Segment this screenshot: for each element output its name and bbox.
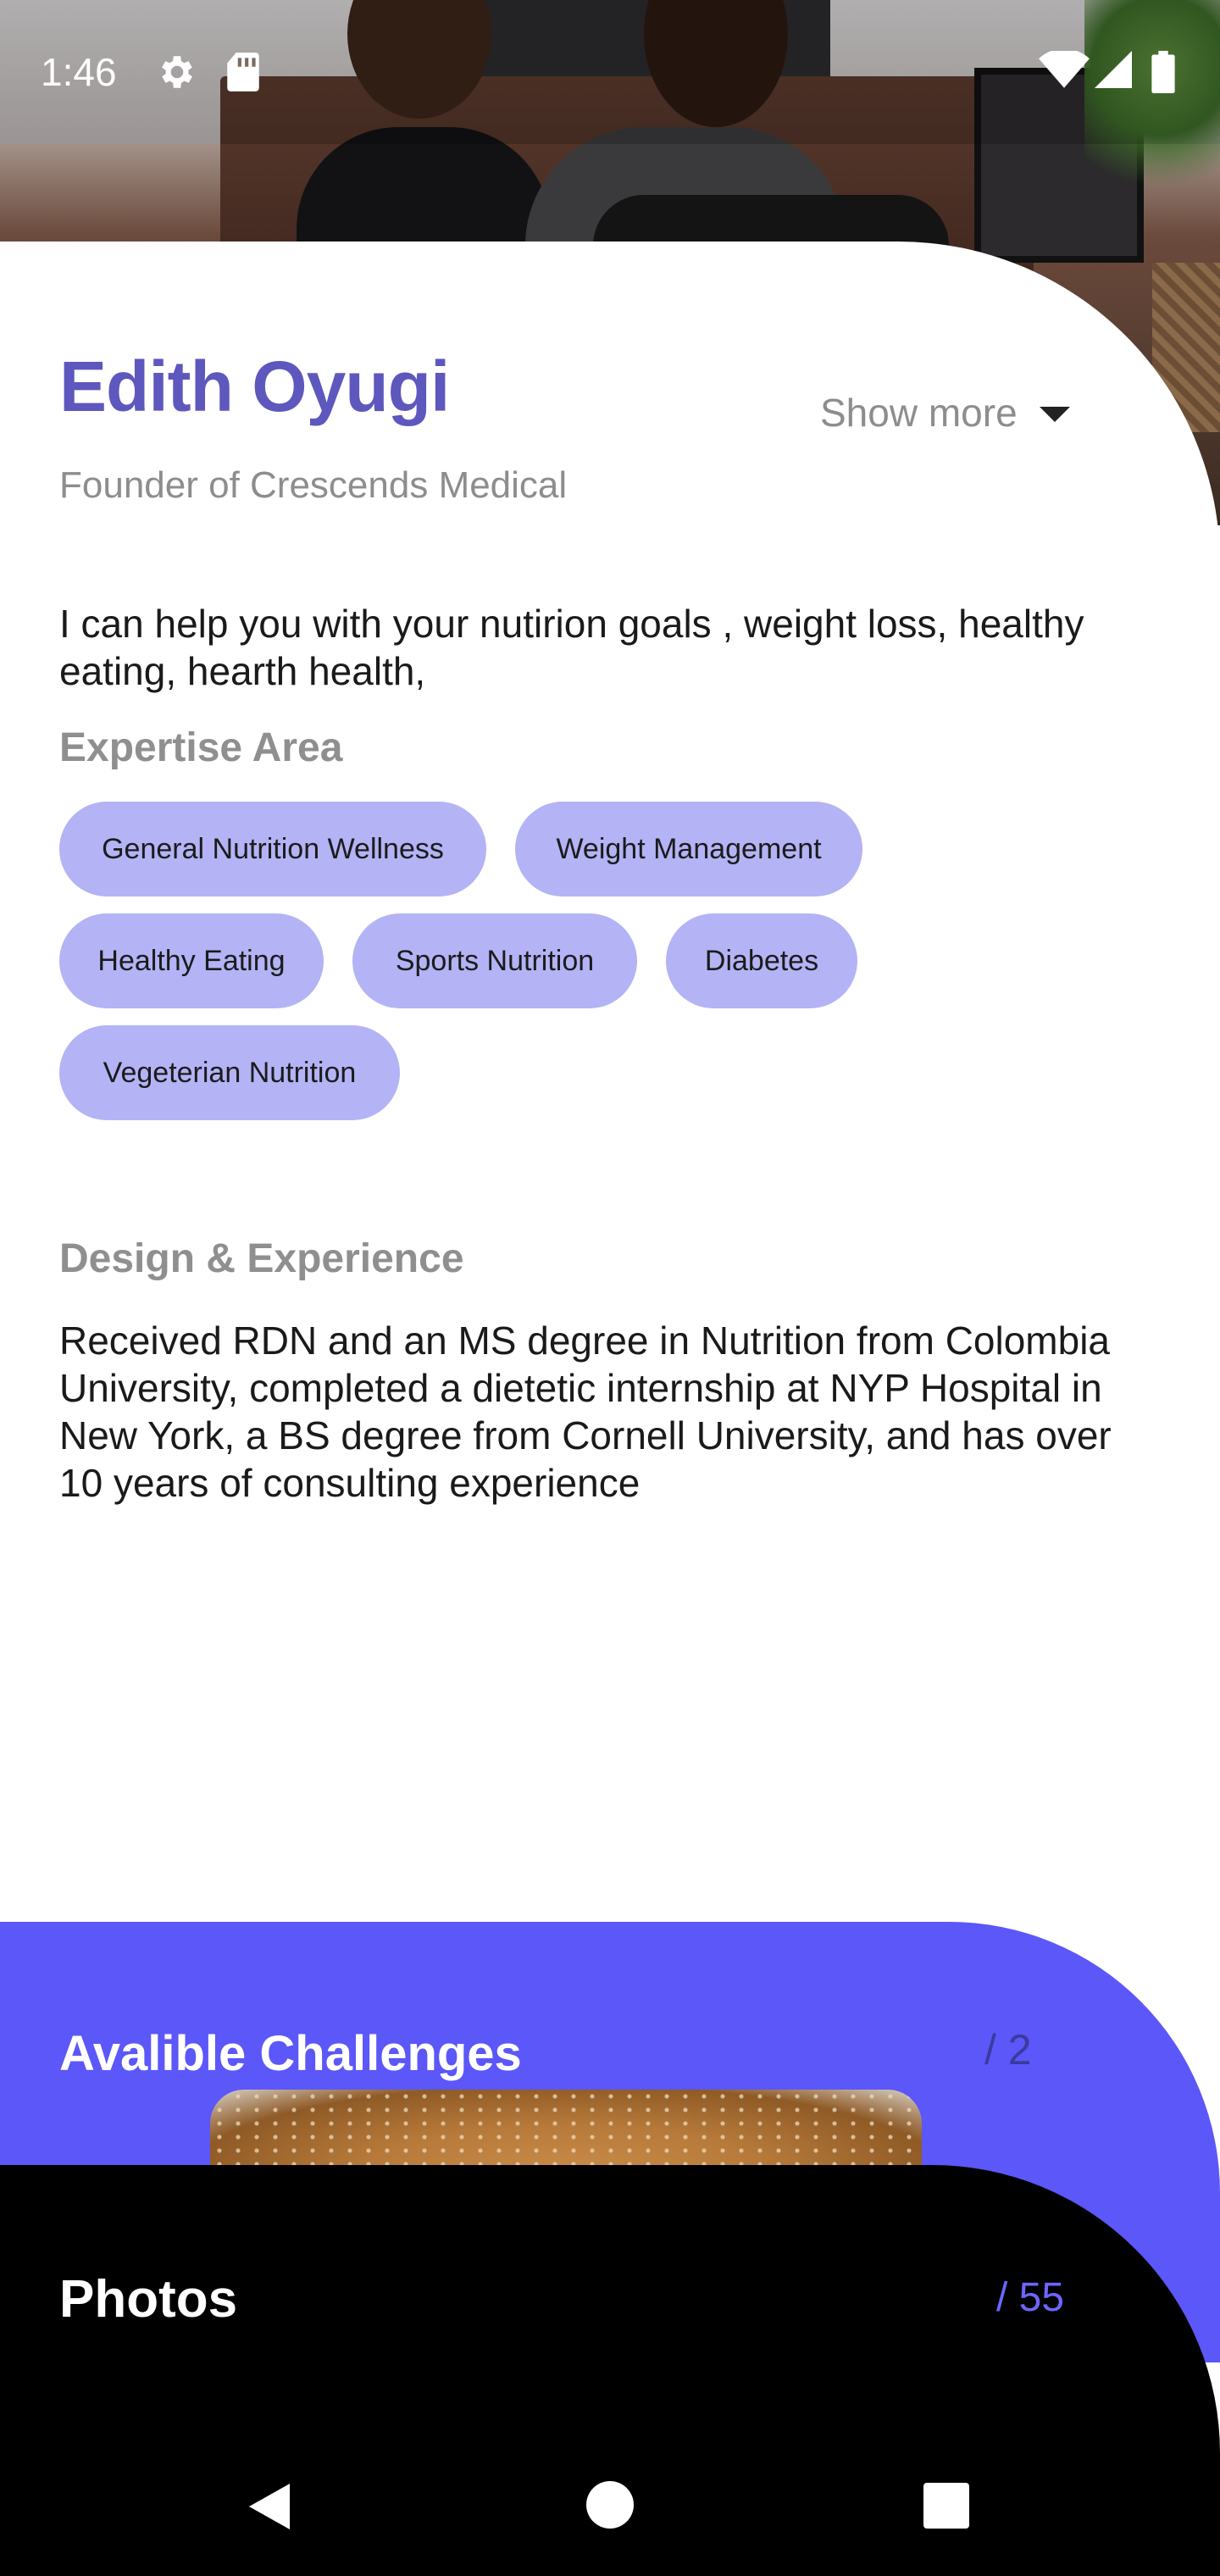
photos-title: Photos bbox=[59, 2270, 238, 2329]
experience-text: Received RDN and an MS degree in Nutriti… bbox=[59, 1319, 1112, 1505]
challenge-card-image[interactable] bbox=[210, 2090, 922, 2166]
profile-subtitle: Founder of Crescends Medical bbox=[59, 464, 568, 506]
expertise-chip[interactable]: Weight Management bbox=[515, 802, 862, 897]
expertise-chip[interactable]: Healthy Eating bbox=[59, 913, 324, 1008]
expertise-chip[interactable]: Vegeterian Nutrition bbox=[59, 1025, 400, 1120]
caret-down-icon bbox=[1039, 407, 1070, 422]
photos-count: / 55 bbox=[996, 2275, 1065, 2320]
signal-icon bbox=[1095, 51, 1132, 88]
recents-icon[interactable] bbox=[923, 2483, 969, 2529]
challenges-count: / 2 bbox=[984, 2026, 1032, 2074]
battery-icon bbox=[1151, 51, 1175, 93]
expertise-title: Expertise Area bbox=[59, 725, 343, 770]
profile-name: Edith Oyugi bbox=[59, 347, 450, 426]
expertise-chip[interactable]: Sports Nutrition bbox=[352, 913, 637, 1008]
sd-card-icon bbox=[227, 53, 259, 92]
status-time: 1:46 bbox=[41, 50, 117, 94]
back-icon[interactable] bbox=[244, 2481, 295, 2532]
gear-icon bbox=[162, 56, 192, 88]
profile-intro: I can help you with your nutirion goals … bbox=[59, 602, 1084, 693]
wifi-icon bbox=[1039, 51, 1090, 88]
challenges-title: Avalible Challenges bbox=[59, 2026, 522, 2081]
status-bar: 1:46 bbox=[0, 0, 1220, 144]
show-more-label: Show more bbox=[820, 391, 1018, 435]
expertise-chip[interactable]: Diabetes bbox=[666, 913, 857, 1008]
home-icon[interactable] bbox=[586, 2481, 634, 2529]
expertise-chip[interactable]: General Nutrition Wellness bbox=[59, 802, 486, 897]
show-more-button[interactable]: Show more bbox=[820, 390, 1070, 436]
experience-title: Design & Experience bbox=[59, 1236, 464, 1281]
